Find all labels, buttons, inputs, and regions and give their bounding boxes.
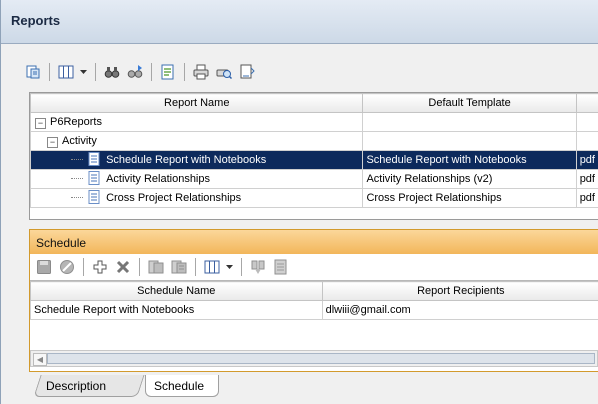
tree-connector [71,159,83,161]
format-cell [575,131,598,151]
toolbar-separator [184,63,185,81]
recipients-cell: dlwiii@gmail.com [321,300,598,320]
panel-title: Reports [11,13,61,28]
columns-icon[interactable] [56,62,76,82]
schedule-row[interactable]: Schedule Report with Notebooks dlwiii@gm… [30,300,598,320]
format-cell: pdf [575,169,598,189]
collapse-icon[interactable]: − [47,136,58,148]
tree-item-label: P6Reports [50,115,102,128]
scroll-left-icon[interactable]: ◀ [33,353,47,366]
toolbar-separator [195,258,196,276]
detail-tabs: Description Schedule [29,372,598,404]
report-icon [88,151,100,169]
report-icon [88,170,100,188]
tab-description[interactable]: Description [33,375,145,397]
schedule-run-icon[interactable] [169,257,189,277]
column-header-schedule-name[interactable]: Schedule Name [30,281,323,301]
tree-connector [71,197,83,199]
report-icon [88,189,100,207]
report-row[interactable]: Schedule Report with Notebooks Schedule … [30,150,598,170]
template-cell: Schedule Report with Notebooks [362,150,577,170]
run-report-icon[interactable] [158,62,178,82]
schedule-grid: Schedule Name Report Recipients Schedule… [30,280,598,343]
find-icon[interactable] [102,62,122,82]
report-name: Cross Project Relationships [106,191,242,204]
schedule-panel-title: Schedule [36,236,87,250]
schedule-name-cell: Schedule Report with Notebooks [30,300,323,320]
filter-icon[interactable] [248,257,268,277]
column-header-default-template[interactable]: Default Template [362,93,577,113]
tab-label: Schedule [154,379,205,393]
toolbar-separator [95,63,96,81]
tree-row-activity[interactable]: − Activity [30,131,598,151]
column-header-report-name[interactable]: Report Name [30,93,364,113]
format-cell: pdf [575,150,598,170]
toolbar-separator [139,258,140,276]
format-cell [575,112,598,132]
reports-grid-header: Report Name Default Template [30,93,598,113]
tab-schedule[interactable]: Schedule [145,375,219,397]
reports-window: Reports Report Name Default Template − P… [0,0,598,404]
toolbar-separator [83,258,84,276]
columns-icon[interactable] [202,257,222,277]
tree-item-label: Activity [62,134,97,147]
format-cell: pdf [575,188,598,208]
delete-icon[interactable] [113,257,133,277]
column-header-report-recipients[interactable]: Report Recipients [321,281,598,301]
find-next-icon[interactable] [125,62,145,82]
reports-toolbar [23,60,257,84]
reports-grid: Report Name Default Template − P6Reports … [29,92,598,220]
reports-tree-icon[interactable] [23,62,43,82]
report-row[interactable]: Activity Relationships Activity Relation… [30,169,598,189]
toolbar-separator [241,258,242,276]
print-preview-icon[interactable] [214,62,234,82]
tab-label: Description [46,379,107,393]
report-row[interactable]: Cross Project Relationships Cross Projec… [30,188,598,208]
schedule-panel-header: Schedule [30,230,598,254]
toolbar-separator [49,63,50,81]
schedule-panel: Schedule Schedule Name Report Recipients… [29,229,598,372]
report-name: Schedule Report with Notebooks [106,153,267,166]
column-header-format[interactable] [575,93,598,113]
report-name: Activity Relationships [106,172,210,185]
columns-dropdown-icon[interactable] [225,257,235,277]
schedule-grid-header: Schedule Name Report Recipients [30,281,598,301]
save-icon[interactable] [34,257,54,277]
collapse-icon[interactable]: − [35,117,46,129]
cancel-icon[interactable] [57,257,77,277]
reports-title-bar: Reports [1,0,598,44]
export-icon[interactable] [271,257,291,277]
print-icon[interactable] [191,62,211,82]
template-cell: Activity Relationships (v2) [362,169,577,189]
columns-dropdown-icon[interactable] [79,62,89,82]
template-cell [362,112,577,132]
scrollbar-thumb[interactable] [47,353,595,364]
schedule-properties-icon[interactable] [146,257,166,277]
tree-row-p6reports[interactable]: − P6Reports [30,112,598,132]
template-cell [362,131,577,151]
add-icon[interactable] [90,257,110,277]
tree-connector [71,178,83,180]
schedule-toolbar [34,256,291,278]
toolbar-separator [151,63,152,81]
template-cell: Cross Project Relationships [362,188,577,208]
horizontal-scrollbar[interactable]: ◀ [30,350,598,367]
page-setup-icon[interactable] [237,62,257,82]
